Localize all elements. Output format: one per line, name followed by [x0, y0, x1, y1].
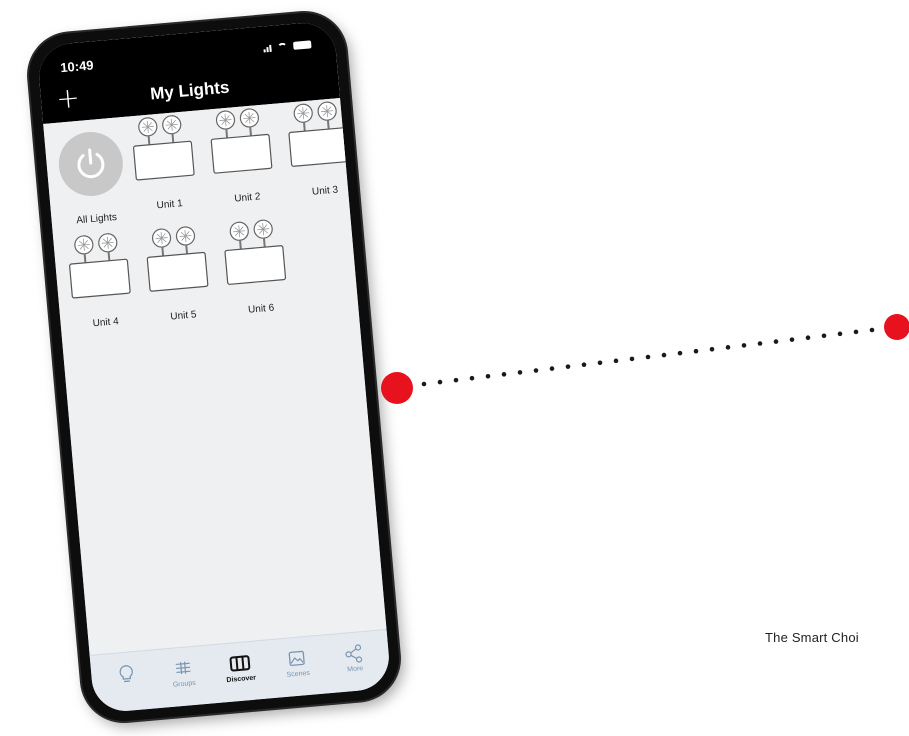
caption-text: The Smart Choi	[765, 630, 859, 645]
tile-unit-5[interactable]: Unit 5	[139, 222, 222, 338]
share-icon	[345, 644, 363, 663]
tile-unit-4[interactable]: Unit 4	[61, 228, 144, 344]
tab-lights[interactable]	[98, 658, 156, 707]
tile-all-lights[interactable]: All Lights	[52, 125, 135, 241]
callout-start-dot	[381, 372, 413, 404]
tile-label: Unit 6	[247, 302, 275, 316]
emergency-light-icon	[69, 233, 131, 299]
dotted-connector	[421, 327, 875, 387]
tab-more[interactable]: More	[326, 638, 384, 687]
wifi-icon	[277, 42, 288, 52]
tile-label: Unit 4	[92, 316, 120, 330]
lights-grid: All Lights Unit 1 Unit 2 Unit 3 Unit 4 U…	[43, 97, 387, 656]
tab-discover[interactable]: Discover	[212, 648, 270, 697]
tile-label: Unit 2	[233, 191, 261, 205]
emergency-light-icon	[224, 219, 287, 285]
power-icon	[77, 148, 105, 179]
callout-end-dot	[884, 314, 909, 340]
discover-icon	[229, 655, 251, 672]
tab-label	[100, 683, 154, 688]
emergency-light-icon	[146, 226, 209, 292]
scenes-icon	[288, 650, 305, 666]
app-screen: 10:49 + My Lights All Lights Unit 1 Unit…	[36, 20, 392, 714]
tab-label: Scenes	[286, 669, 311, 679]
tab-groups[interactable]: Groups	[155, 653, 213, 702]
phone-mockup: 10:49 + My Lights All Lights Unit 1 Unit…	[25, 9, 403, 725]
lightbulb-icon	[119, 665, 133, 683]
power-button[interactable]	[56, 129, 126, 199]
groups-icon	[175, 661, 191, 675]
tile-unit-6[interactable]: Unit 6	[216, 215, 299, 331]
emergency-light-icon	[133, 115, 195, 181]
tile-unit-2[interactable]: Unit 2	[203, 104, 286, 220]
status-icons	[263, 40, 312, 53]
tile-unit-1[interactable]: Unit 1	[125, 110, 208, 226]
tab-label: Discover	[226, 674, 257, 685]
tab-label: Groups	[172, 679, 197, 689]
tile-label: Unit 5	[169, 309, 197, 323]
tab-scenes[interactable]: Scenes	[269, 643, 327, 692]
tab-label: More	[346, 665, 364, 674]
signal-icon	[263, 44, 272, 53]
battery-icon	[292, 40, 312, 50]
emergency-light-icon	[210, 108, 273, 174]
tile-label: Unit 1	[156, 198, 184, 212]
status-time: 10:49	[59, 57, 95, 76]
tile-label: All Lights	[75, 211, 118, 227]
